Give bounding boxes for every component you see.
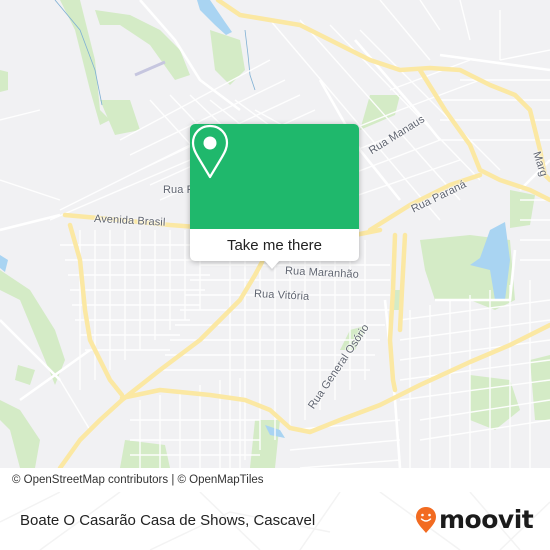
park-area	[15, 365, 35, 385]
park-area	[95, 10, 190, 80]
destination-popup: Take me there	[190, 124, 359, 269]
major-road	[57, 259, 265, 468]
place-title: Boate O Casarão Casa de Shows, Cascavel	[20, 512, 316, 529]
map-pin-icon	[191, 124, 229, 179]
moovit-pin-logo-icon	[416, 507, 436, 533]
park-area	[120, 440, 170, 468]
moovit-logo[interactable]: moovit	[415, 505, 534, 535]
major-road	[397, 232, 408, 333]
map-attribution[interactable]: © OpenStreetMap contributors | © OpenMap…	[0, 468, 550, 492]
park-area	[530, 355, 550, 420]
footer-bar: Boate O Casarão Casa de Shows, Cascavel …	[0, 492, 550, 550]
popup-pointer	[264, 260, 280, 269]
park-area	[510, 190, 535, 228]
major-road	[387, 232, 398, 393]
park-area	[0, 270, 65, 385]
water-area	[0, 255, 8, 272]
map-view[interactable]: Rua Manaus Rua Paraná Marg Rua R Avenida…	[0, 0, 550, 468]
brand-name: moovit	[439, 505, 534, 534]
park-area	[470, 375, 520, 430]
major-road	[67, 222, 125, 398]
popup-header	[190, 124, 359, 229]
park-area	[0, 400, 40, 468]
take-me-there-button[interactable]: Take me there	[190, 229, 359, 261]
park-area	[0, 70, 8, 92]
